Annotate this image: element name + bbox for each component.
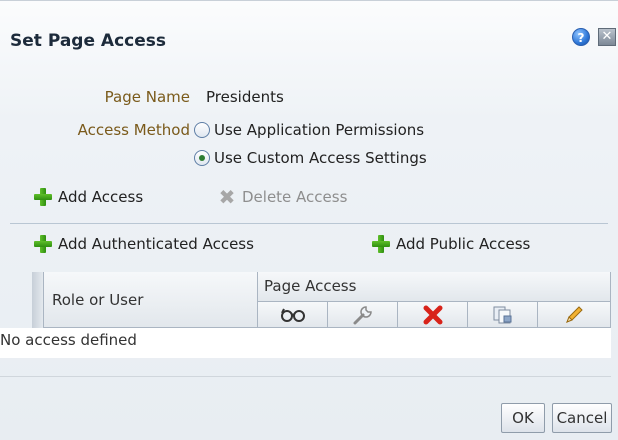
delete-access-button[interactable]: ✖ Delete Access	[218, 185, 348, 209]
column-header-page-access: Page Access	[258, 272, 611, 302]
column-header-label: Page Access	[264, 277, 357, 295]
add-authenticated-access-button[interactable]: Add Authenticated Access	[34, 235, 254, 253]
delete-x-icon	[423, 305, 442, 324]
column-header-delete[interactable]	[398, 302, 468, 328]
copy-pages-icon	[493, 306, 511, 323]
radio-button[interactable]	[194, 122, 210, 138]
column-header-view[interactable]	[258, 302, 328, 328]
page-name-value: Presidents	[206, 88, 284, 106]
delete-x-icon: ✖	[218, 185, 236, 209]
table-empty-row: No access defined	[0, 328, 611, 358]
radio-use-custom-access-settings[interactable]: Use Custom Access Settings	[194, 149, 427, 167]
column-header-role-or-user[interactable]: Role or User	[44, 272, 258, 328]
delete-access-label: Delete Access	[242, 188, 348, 206]
add-access-label: Add Access	[58, 188, 144, 206]
radio-use-application-permissions[interactable]: Use Application Permissions	[194, 121, 424, 139]
view-glasses-icon	[280, 308, 305, 322]
add-access-button[interactable]: Add Access	[34, 188, 143, 206]
add-public-access-button[interactable]: Add Public Access	[372, 235, 530, 253]
divider	[10, 223, 608, 224]
ok-button[interactable]: OK	[501, 403, 545, 433]
empty-message: No access defined	[0, 331, 137, 349]
close-icon[interactable]: ✕	[598, 28, 616, 46]
add-public-access-label: Add Public Access	[396, 235, 531, 253]
radio-label: Use Application Permissions	[214, 121, 425, 139]
column-header-edit[interactable]	[538, 302, 611, 328]
customize-wrench-icon	[353, 305, 372, 324]
cancel-button[interactable]: Cancel	[552, 403, 612, 433]
plus-icon	[34, 188, 52, 206]
dialog-title: Set Page Access	[10, 31, 166, 51]
column-header-label: Role or User	[52, 291, 144, 309]
column-header-customize[interactable]	[328, 302, 398, 328]
radio-button-selected[interactable]	[194, 150, 210, 166]
access-table: Role or User Page Access No access defin…	[0, 272, 611, 377]
column-header-copy[interactable]	[468, 302, 538, 328]
plus-icon	[372, 235, 390, 253]
radio-label: Use Custom Access Settings	[214, 149, 427, 167]
edit-pencil-icon	[566, 305, 583, 323]
plus-icon	[34, 235, 52, 253]
access-method-label: Access Method	[77, 121, 190, 139]
help-icon[interactable]: ?	[572, 28, 590, 46]
add-authenticated-access-label: Add Authenticated Access	[58, 235, 254, 253]
set-page-access-dialog: Set Page Access ? ✕ Page Name Presidents…	[0, 0, 618, 440]
page-name-label: Page Name	[104, 88, 190, 106]
row-selector-header	[32, 272, 44, 328]
